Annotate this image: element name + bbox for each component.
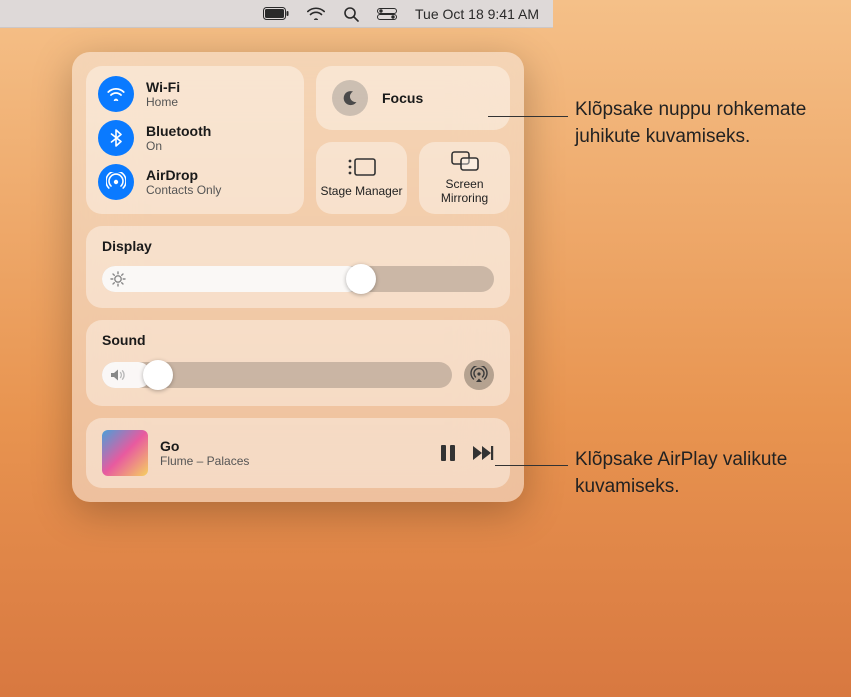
screen-mirroring-icon <box>450 150 480 172</box>
display-slider[interactable] <box>102 266 494 292</box>
stage-manager-label: Stage Manager <box>320 185 402 199</box>
airdrop-icon <box>98 164 134 200</box>
callout-leader-1 <box>488 116 568 117</box>
sound-slider[interactable] <box>102 362 452 388</box>
airplay-icon <box>470 366 488 384</box>
focus-label: Focus <box>382 90 423 106</box>
sound-title: Sound <box>102 332 494 348</box>
wifi-status: Home <box>146 95 180 109</box>
callout-airplay: Klõpsake AirPlay valikute kuvamiseks. <box>575 447 845 500</box>
wifi-label: Wi-Fi <box>146 79 180 95</box>
moon-icon <box>332 80 368 116</box>
airdrop-status: Contacts Only <box>146 183 221 197</box>
callout-focus: Klõpsake nuppu rohkemate juhikute kuvami… <box>575 97 845 150</box>
display-title: Display <box>102 238 494 254</box>
bluetooth-icon <box>98 120 134 156</box>
control-center-menubar-icon[interactable] <box>377 8 397 20</box>
menu-bar-datetime[interactable]: Tue Oct 18 9:41 AM <box>415 6 539 22</box>
bluetooth-label: Bluetooth <box>146 123 211 139</box>
now-playing-card[interactable]: Go Flume – Palaces <box>86 418 510 488</box>
wifi-menubar-icon[interactable] <box>307 7 325 20</box>
bluetooth-status: On <box>146 139 211 153</box>
connectivity-card: Wi-Fi Home Bluetooth On AirDrop <box>86 66 304 214</box>
volume-icon <box>110 368 126 382</box>
sound-card: Sound <box>86 320 510 406</box>
airdrop-toggle[interactable]: AirDrop Contacts Only <box>98 164 292 200</box>
pause-button[interactable] <box>440 444 456 462</box>
track-title: Go <box>160 438 428 454</box>
wifi-icon <box>98 76 134 112</box>
brightness-icon <box>110 271 126 287</box>
airdrop-label: AirDrop <box>146 167 221 183</box>
album-art <box>102 430 148 476</box>
wifi-toggle[interactable]: Wi-Fi Home <box>98 76 292 112</box>
track-artist: Flume – Palaces <box>160 454 428 468</box>
stage-manager-button[interactable]: Stage Manager <box>316 142 407 214</box>
callout-leader-2 <box>495 465 568 466</box>
spotlight-icon[interactable] <box>343 6 359 22</box>
display-card: Display <box>86 226 510 308</box>
airplay-audio-button[interactable] <box>464 360 494 390</box>
control-center-panel: Wi-Fi Home Bluetooth On AirDrop <box>72 52 524 502</box>
bluetooth-toggle[interactable]: Bluetooth On <box>98 120 292 156</box>
screen-mirroring-button[interactable]: Screen Mirroring <box>419 142 510 214</box>
stage-manager-icon <box>347 157 377 179</box>
screen-mirroring-label: Screen Mirroring <box>423 178 506 206</box>
battery-icon[interactable] <box>263 7 289 20</box>
focus-button[interactable]: Focus <box>316 66 510 130</box>
next-track-button[interactable] <box>472 445 494 461</box>
menu-bar: Tue Oct 18 9:41 AM <box>0 0 553 28</box>
